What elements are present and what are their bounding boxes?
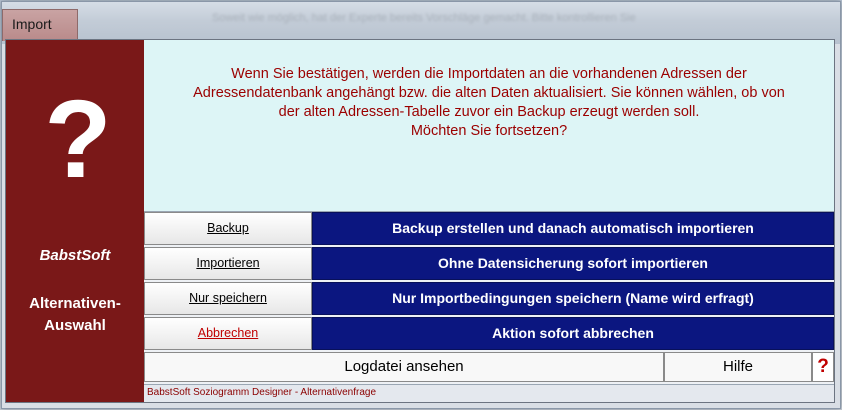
bottom-button-bar: Logdatei ansehen Hilfe ? <box>144 352 834 382</box>
brand-name: BabstSoft <box>39 247 111 264</box>
option-row-import: Importieren Ohne Datensicherung sofort i… <box>144 247 834 280</box>
message-line: der alten Adressen-Tabelle zuvor ein Bac… <box>278 104 700 120</box>
import-button[interactable]: Importieren <box>144 247 312 280</box>
option-row-backup: Backup Backup erstellen und danach autom… <box>144 212 834 245</box>
message-line: Wenn Sie bestätigen, werden die Importda… <box>231 66 747 82</box>
import-description[interactable]: Ohne Datensicherung sofort importieren <box>312 247 834 280</box>
backup-description[interactable]: Backup erstellen und danach automatisch … <box>312 212 834 245</box>
window-tab[interactable]: Import <box>2 9 78 41</box>
help-button[interactable]: Hilfe <box>664 352 812 382</box>
backup-button[interactable]: Backup <box>144 212 312 245</box>
question-mark-icon: ? <box>44 78 112 201</box>
cancel-description[interactable]: Aktion sofort abbrechen <box>312 317 834 350</box>
message-line: Möchten Sie fortsetzen? <box>410 123 568 139</box>
cancel-button[interactable]: Abbrechen <box>144 317 312 350</box>
help-question-icon[interactable]: ? <box>812 352 834 382</box>
panel-subtitle-line2: Auswahl <box>44 317 106 334</box>
message-line: Adressendatenbank angehängt bzw. die alt… <box>193 85 785 101</box>
option-row-cancel: Abbrechen Aktion sofort abbrechen <box>144 317 834 350</box>
blurred-title-text: Soweit wie möglich, hat der Experte bere… <box>212 12 636 24</box>
panel-subtitle: Alternativen- Auswahl <box>6 293 144 337</box>
import-dialog: Import Soweit wie möglich, hat der Exper… <box>1 1 841 409</box>
panel-subtitle-line1: Alternativen- <box>29 295 121 312</box>
window-title: Import <box>12 16 52 32</box>
brand-panel: ? BabstSoft Alternativen- Auswahl <box>6 40 144 402</box>
option-row-save: Nur speichern Nur Importbedingungen spei… <box>144 282 834 315</box>
view-log-button[interactable]: Logdatei ansehen <box>144 352 664 382</box>
title-bar: Import Soweit wie möglich, hat der Exper… <box>2 2 840 44</box>
save-only-description[interactable]: Nur Importbedingungen speichern (Name wi… <box>312 282 834 315</box>
status-bar: BabstSoft Soziogramm Designer - Alternat… <box>144 384 834 402</box>
save-only-button[interactable]: Nur speichern <box>144 282 312 315</box>
dialog-content: ? BabstSoft Alternativen- Auswahl Wenn S… <box>5 39 835 403</box>
confirmation-message: Wenn Sie bestätigen, werden die Importda… <box>144 40 834 212</box>
